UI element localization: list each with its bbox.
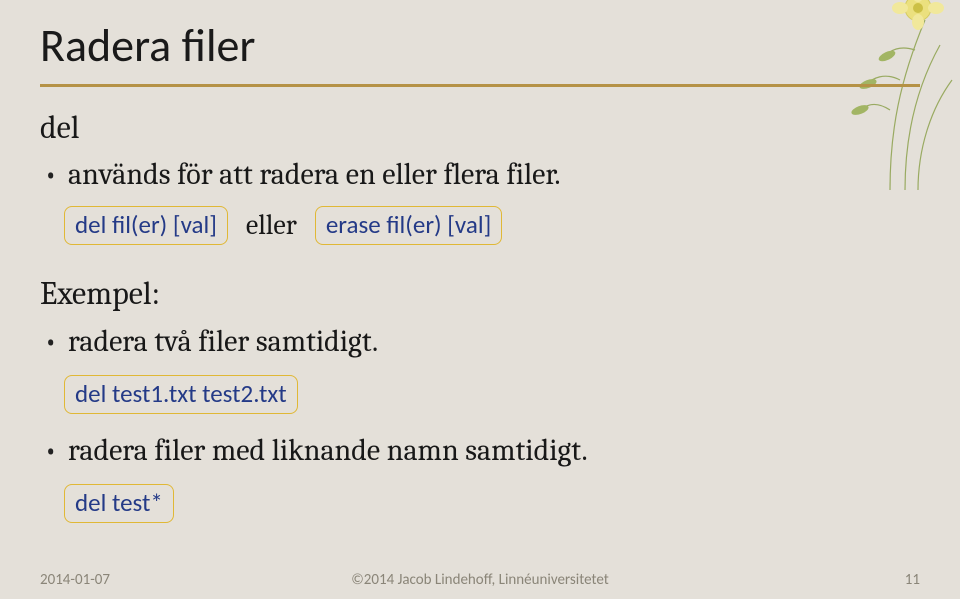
command-name: del	[40, 105, 920, 151]
example-cmd-2: del test*	[64, 484, 174, 523]
syntax-or: eller	[246, 205, 297, 246]
example-cmd-1: del test1.txt test2.txt	[64, 375, 298, 414]
bullet-description: används för att radera en eller flera fi…	[40, 153, 920, 197]
syntax-erase: erase fil(er) [val]	[315, 206, 502, 245]
footer-copyright: ©2014 Jacob Lindehoff, Linnéuniversitete…	[40, 571, 920, 589]
title-underline	[40, 84, 920, 87]
bullet-example-1: radera två filer samtidigt.	[40, 320, 920, 364]
syntax-row: del fil(er) [val] eller erase fil(er) [v…	[64, 205, 920, 246]
example-heading: Exempel:	[40, 271, 920, 317]
slide: Radera filer del används för att radera …	[0, 0, 960, 599]
slide-body: del används för att radera en eller fler…	[40, 105, 920, 524]
slide-title: Radera filer	[40, 18, 920, 74]
slide-footer: 2014-01-07 ©2014 Jacob Lindehoff, Linnéu…	[40, 571, 920, 589]
bullet-example-2: radera filer med liknande namn samtidigt…	[40, 429, 920, 473]
syntax-del: del fil(er) [val]	[64, 206, 228, 245]
